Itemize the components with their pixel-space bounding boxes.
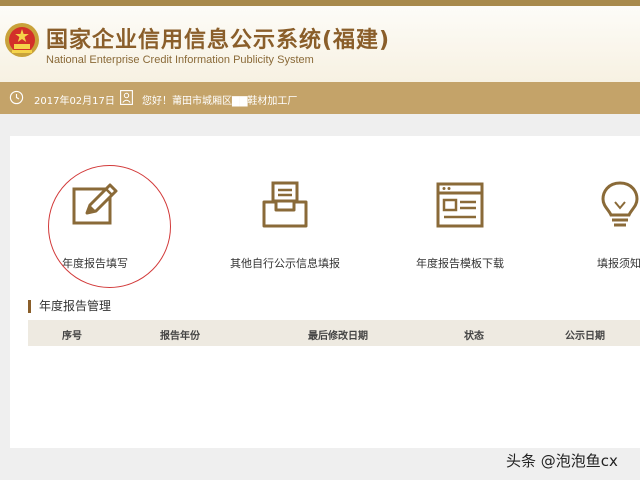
inbox-document-icon: [262, 181, 308, 228]
user-greeting: 您好！莆田市城厢区▇▇鞋材加工厂: [142, 96, 298, 107]
site-subtitle: National Enterprise Credit Information P…: [46, 54, 314, 66]
tile-label: 填报须知: [597, 257, 640, 270]
template-window-icon: [436, 182, 484, 228]
site-header: 国家企业信用信息公示系统(福建) National Enterprise Cre…: [0, 6, 640, 82]
watermark: 头条 @泡泡鱼cx: [506, 452, 618, 470]
column-header: 最后修改日期: [308, 331, 368, 342]
tile-label: 年度报告模板下载: [416, 257, 504, 270]
current-date: 2017年02月17日: [34, 96, 115, 107]
tile-label: 其他自行公示信息填报: [230, 257, 340, 270]
column-header: 状态: [464, 331, 484, 342]
national-emblem-icon: [5, 23, 39, 57]
column-header: 报告年份: [160, 331, 200, 342]
annual-report-table-header: 序号 报告年份 最后修改日期 状态 公示日期: [28, 320, 640, 346]
annual-report-section-title: 年度报告管理: [28, 300, 111, 313]
tile-template-download[interactable]: 年度报告模板下载: [390, 180, 530, 280]
column-header: 公示日期: [565, 331, 605, 342]
tile-filing-notice[interactable]: 填报须知: [575, 180, 640, 280]
highlight-circle: [48, 165, 171, 288]
site-title: 国家企业信用信息公示系统(福建): [46, 28, 391, 53]
clock-icon: [9, 90, 24, 105]
lightbulb-icon: [601, 181, 639, 227]
info-bar: 2017年02月17日 您好！莆田市城厢区▇▇鞋材加工厂: [0, 82, 640, 114]
tile-other-disclosure[interactable]: 其他自行公示信息填报: [215, 180, 355, 280]
user-badge-icon: [120, 90, 133, 105]
column-header: 序号: [62, 331, 82, 342]
